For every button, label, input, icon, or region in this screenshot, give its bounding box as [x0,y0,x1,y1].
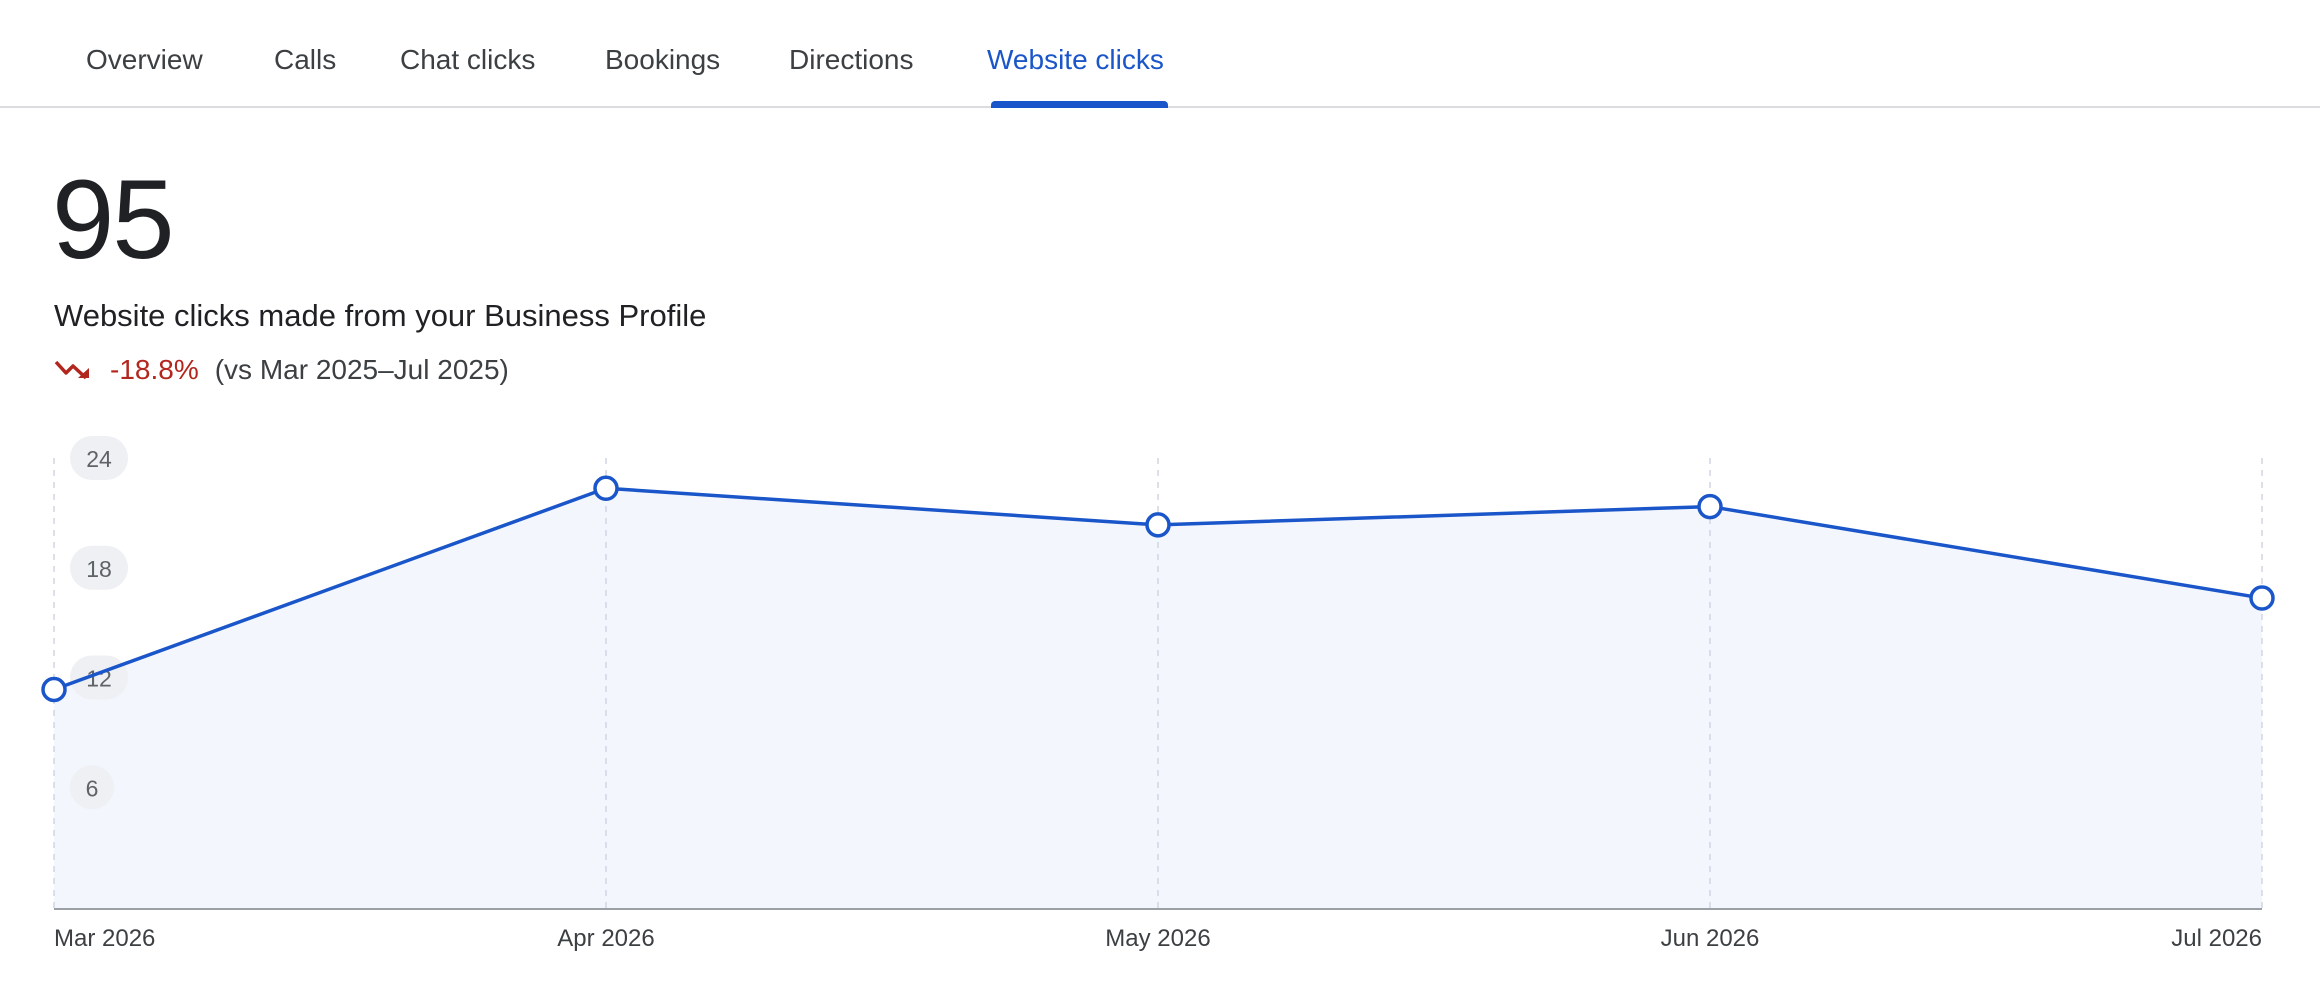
website-clicks-line-chart: 6121824Mar 2026 Apr 2026 May 2026 Jun 2026 J… [41,436,2275,952]
data-point [1697,493,1723,520]
tab-directions[interactable]: Directions [789,0,913,108]
data-point [41,676,67,703]
trending-down-icon [54,360,89,380]
total-metric-value: 95 [52,157,175,282]
x-tick-label: May 2026 [1105,925,1210,952]
data-point [2249,585,2275,611]
data-point [593,475,619,502]
y-tick-label: 18 [86,556,112,582]
data-point [1145,512,1171,538]
x-tick-label: Mar 2026 [54,925,155,952]
tab-bookings[interactable]: Bookings [605,0,720,108]
tab-overview[interactable]: Overview [86,0,203,108]
y-tick-label: 6 [86,775,99,801]
metric-tabs: Overview Calls Chat clicks Bookings Dire… [0,0,2320,108]
tab-calls[interactable]: Calls [274,0,336,108]
x-tick-label: Jun 2026 [1661,925,1760,952]
y-tick-label: 24 [86,446,112,472]
change-indicator: -18.8% (vs Mar 2025–Jul 2025) [54,350,509,390]
change-percent: -18.8% [110,354,199,385]
tab-chat-clicks[interactable]: Chat clicks [400,0,535,108]
x-tick-label: Jul 2026 [2171,925,2262,952]
x-tick-label: Apr 2026 [557,925,654,952]
active-tab-indicator [991,101,1168,108]
tab-website-clicks[interactable]: Website clicks [987,0,1164,108]
metric-description: Website clicks made from your Business P… [54,298,707,333]
comparison-period: (vs Mar 2025–Jul 2025) [214,354,509,385]
